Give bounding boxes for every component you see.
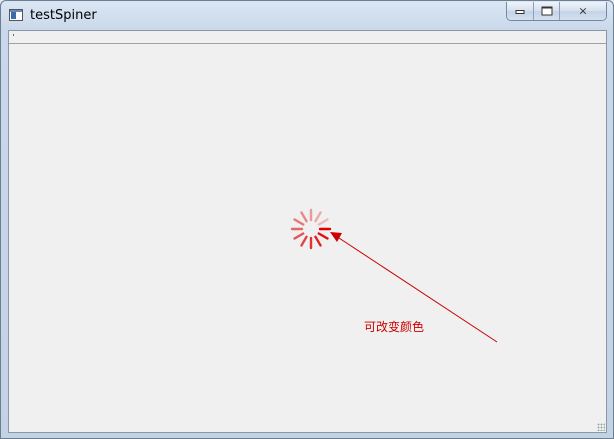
minimize-icon bbox=[515, 10, 525, 15]
app-icon[interactable] bbox=[9, 9, 23, 21]
loading-spinner-icon bbox=[290, 208, 332, 250]
close-button[interactable]: ⨯ bbox=[560, 2, 606, 20]
spinner-segment bbox=[317, 232, 329, 240]
spinner-segment bbox=[314, 235, 322, 247]
caption-buttons: ⨯ bbox=[506, 2, 607, 21]
title-bar[interactable]: testSpiner ⨯ bbox=[1, 1, 613, 30]
maximize-button[interactable] bbox=[534, 2, 560, 20]
menu-bar-grip bbox=[13, 34, 14, 36]
client-area: 可改变颜色 bbox=[8, 30, 607, 433]
maximize-icon bbox=[541, 6, 552, 16]
spinner-segment bbox=[300, 235, 308, 247]
app-window: testSpiner ⨯ 可改变颜色 bbox=[0, 0, 614, 439]
window-title: testSpiner bbox=[30, 8, 97, 23]
spinner-segment bbox=[293, 232, 305, 240]
resize-grip[interactable] bbox=[597, 423, 605, 431]
spinner-segment bbox=[314, 211, 322, 223]
spinner-segment bbox=[300, 211, 308, 223]
annotation-label: 可改变颜色 bbox=[364, 320, 425, 334]
minimize-button[interactable] bbox=[507, 2, 534, 20]
spinner-segment bbox=[317, 218, 329, 226]
close-icon: ⨯ bbox=[578, 4, 588, 18]
spinner-segment bbox=[293, 218, 305, 226]
menu-bar[interactable] bbox=[9, 31, 606, 44]
